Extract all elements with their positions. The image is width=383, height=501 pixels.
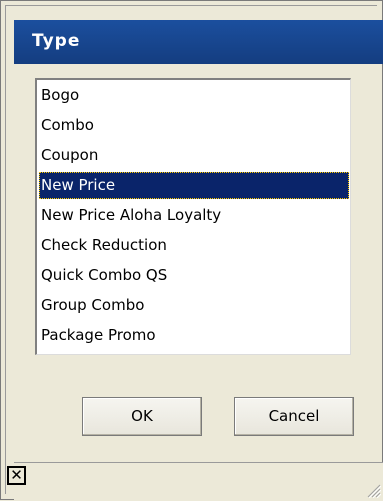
list-item-check-reduction[interactable]: Check Reduction (39, 232, 349, 259)
list-item-coupon[interactable]: Coupon (39, 142, 349, 169)
close-icon[interactable]: ✕ (7, 466, 26, 485)
type-listbox[interactable]: Bogo Combo Coupon New Price New Price Al… (35, 78, 351, 355)
list-item-group-combo[interactable]: Group Combo (39, 292, 349, 319)
list-item-new-price-aloha-loyalty[interactable]: New Price Aloha Loyalty (39, 202, 349, 229)
list-item-quick-combo-qs[interactable]: Quick Combo QS (39, 262, 349, 289)
ok-button[interactable]: OK (82, 397, 202, 436)
list-item-package-promo[interactable]: Package Promo (39, 322, 349, 349)
status-bar (14, 462, 383, 501)
list-item-bogo[interactable]: Bogo (39, 82, 349, 109)
dialog-title: Type (32, 31, 80, 51)
list-item-new-price[interactable]: New Price (39, 172, 349, 199)
resize-grip-icon[interactable] (363, 480, 381, 498)
cancel-button[interactable]: Cancel (234, 397, 354, 436)
list-item-combo[interactable]: Combo (39, 112, 349, 139)
title-bar[interactable]: Type (14, 20, 383, 64)
